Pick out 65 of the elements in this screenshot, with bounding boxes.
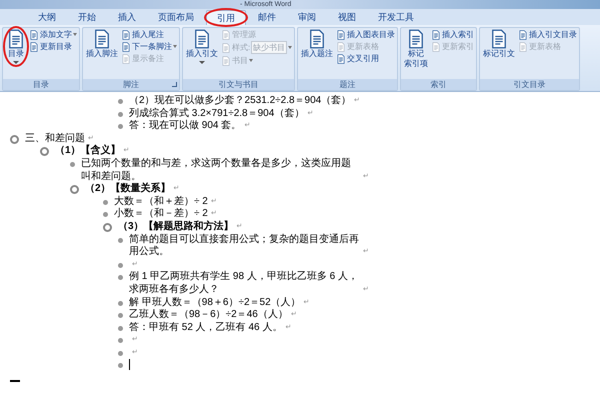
outline-text: 例 1 甲乙两班共有学生 98 人，甲班比乙班多 6 人，求两班各有多少人？ (129, 271, 359, 296)
outline-text: 大数＝（和＋差）÷ 2 (114, 196, 208, 208)
outline-text: 答：现在可以做 904 套。 (129, 120, 242, 133)
document-icon (431, 42, 442, 52)
outline-text: 答：甲班有 52 人，乙班有 46 人。 (129, 322, 282, 334)
ribbon-tab[interactable]: 大纲 (28, 10, 66, 25)
large-ribbon-button[interactable]: 目录 (5, 29, 27, 64)
document-icon (121, 30, 131, 40)
outline-heading: （2）【数量关系】 (85, 183, 171, 196)
large-ribbon-button[interactable]: 标记引文 (482, 29, 516, 59)
ribbon-tab[interactable]: 开发工具 (368, 10, 424, 25)
outline-heading: 三、和差问题 (25, 132, 85, 146)
group-label: 题注 (340, 80, 356, 88)
bullet-icon (118, 112, 123, 117)
document-icon (192, 29, 212, 49)
ribbon-tab[interactable]: 页面布局 (148, 10, 204, 25)
outline-heading: （3）【解题思路和方法】 (118, 220, 234, 234)
outline-heading: （1）【含义】 (55, 145, 121, 158)
document-icon (121, 54, 131, 64)
large-ribbon-button[interactable]: 标记 索引项 (403, 29, 430, 69)
ribbon-button[interactable]: 插入索引 (431, 29, 474, 40)
outline-text: 已知两个数量的和与差，求这两个数量各是多少，这类应用题叫和差问题。 (81, 158, 352, 182)
document-icon (6, 29, 26, 49)
ribbon-tab[interactable]: 审阅 (288, 10, 326, 25)
group-label: 脚注 (123, 80, 139, 88)
outline-text: 乙班人数＝（98－6）÷2＝46（人） (129, 309, 288, 322)
ribbon-button[interactable]: 更新目录 (29, 41, 77, 52)
outline-text: 解 甲班人数＝（98＋6）÷2＝52（人） (129, 296, 301, 308)
document-icon (336, 42, 346, 52)
dialog-launcher-icon[interactable] (172, 82, 177, 87)
outline-text: 小数＝（和－差）÷ 2 (114, 208, 208, 220)
document-icon (121, 42, 131, 52)
outline-text: （2）现在可以做多少套？2531.2÷2.8＝904（套） (129, 95, 352, 108)
ribbon-button[interactable]: 添加文字 (29, 29, 77, 40)
ribbon-tab[interactable]: 邮件 (248, 10, 286, 25)
ribbon-button[interactable]: 下一条脚注 (121, 41, 177, 52)
ribbon-button[interactable]: 插入引文目录 (518, 29, 578, 40)
group-label: 目录 (33, 80, 49, 88)
ribbon-tab[interactable]: 视图 (328, 10, 366, 25)
group-label: 索引 (430, 80, 447, 88)
ribbon-button[interactable]: 交叉引用 (336, 53, 396, 64)
document-icon (221, 42, 231, 52)
outline-text: 简单的题目可以直接套用公式；复杂的题目变通后再用公式。 (129, 234, 360, 259)
ribbon-button[interactable]: 插入图表目录 (336, 29, 396, 40)
ribbon-button[interactable]: 插入尾注 (121, 29, 177, 40)
document-icon (221, 56, 231, 66)
document-icon (92, 29, 112, 49)
document-icon (336, 30, 346, 40)
document-icon (336, 54, 346, 64)
bullet-icon (118, 99, 123, 104)
group-label: 引文与书目 (218, 80, 259, 88)
large-ribbon-button[interactable]: 插入脚注 (85, 29, 119, 59)
large-ribbon-button[interactable]: 插入题注 (300, 29, 334, 59)
ribbon-tab[interactable]: 开始 (68, 10, 106, 25)
group-label: 引文目录 (514, 80, 546, 88)
document-icon (431, 30, 442, 40)
large-ribbon-button[interactable]: 插入引文 (185, 29, 219, 64)
document-icon (221, 30, 231, 40)
outline-text: 列成综合算式 3.2×791÷2.8＝904（套） (129, 108, 304, 120)
document-icon (29, 30, 39, 40)
document-icon (518, 42, 528, 52)
document-icon (518, 30, 528, 40)
ribbon-tab[interactable]: 插入 (108, 10, 146, 25)
document-icon (29, 42, 39, 52)
bullet-icon (118, 124, 123, 130)
